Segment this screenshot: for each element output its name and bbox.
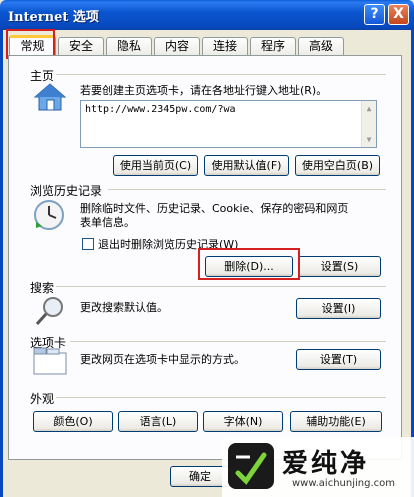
- scroll-up-icon[interactable]: ▲: [362, 101, 376, 116]
- search-icon: [34, 295, 66, 330]
- use-current-button[interactable]: 使用当前页(C): [113, 155, 198, 176]
- history-description-line1: 删除临时文件、历史记录、Cookie、保存的密码和网页: [80, 202, 349, 215]
- divider: [70, 341, 386, 342]
- history-icon: [32, 198, 66, 235]
- history-settings-button[interactable]: 设置(S): [298, 256, 381, 277]
- scroll-down-icon[interactable]: ▼: [362, 132, 376, 147]
- search-settings-button[interactable]: 设置(I): [296, 298, 381, 319]
- ok-button[interactable]: 确定: [170, 466, 230, 487]
- tab-connections[interactable]: 连接: [202, 37, 248, 56]
- watermark-logo-icon: [228, 443, 274, 489]
- divider: [56, 286, 386, 287]
- divider: [56, 74, 386, 75]
- homepage-address-input[interactable]: http://www.2345pw.com/?wa ▲ ▼: [80, 100, 377, 148]
- title-bar: Internet 选项 ? X: [0, 0, 414, 30]
- accessibility-button[interactable]: 辅助功能(E): [290, 411, 382, 432]
- appearance-title: 外观: [30, 392, 55, 406]
- tab-security[interactable]: 安全: [58, 37, 104, 56]
- homepage-address-value: http://www.2345pw.com/?wa: [85, 104, 236, 115]
- fonts-button[interactable]: 字体(N): [203, 411, 283, 432]
- delete-on-exit-checkbox[interactable]: [82, 238, 94, 250]
- highlight-box-delete: [198, 248, 300, 280]
- window-title: Internet 选项: [8, 10, 99, 25]
- watermark-brand: 爱纯净: [282, 449, 370, 479]
- use-default-button[interactable]: 使用默认值(F): [204, 155, 289, 176]
- languages-button[interactable]: 语言(L): [118, 411, 198, 432]
- use-blank-button[interactable]: 使用空白页(B): [295, 155, 380, 176]
- search-title: 搜索: [30, 281, 55, 295]
- home-icon: [33, 82, 67, 115]
- homepage-description: 若要创建主页选项卡，请在各地址行键入地址(R)。: [80, 84, 328, 97]
- tab-advanced[interactable]: 高级: [298, 37, 344, 56]
- tabs-description: 更改网页在选项卡中显示的方式。: [80, 353, 245, 366]
- search-description: 更改搜索默认值。: [80, 301, 168, 314]
- divider: [56, 397, 386, 398]
- tab-programs[interactable]: 程序: [250, 37, 296, 56]
- divider: [108, 189, 386, 190]
- tabs-settings-button[interactable]: 设置(T): [296, 349, 381, 370]
- watermark-url: www.aichunjing.com: [292, 478, 395, 489]
- colors-button[interactable]: 颜色(O): [33, 411, 113, 432]
- watermark: 爱纯净 www.aichunjing.com: [222, 437, 414, 497]
- tab-privacy[interactable]: 隐私: [106, 37, 152, 56]
- tabs-icon: [33, 347, 67, 378]
- history-title: 浏览历史记录: [30, 184, 103, 198]
- close-button[interactable]: X: [388, 4, 409, 25]
- help-button[interactable]: ?: [364, 4, 385, 25]
- tab-content[interactable]: 内容: [154, 37, 200, 56]
- history-description-line2: 表单信息。: [80, 216, 135, 229]
- textarea-scrollbar[interactable]: ▲ ▼: [361, 101, 376, 147]
